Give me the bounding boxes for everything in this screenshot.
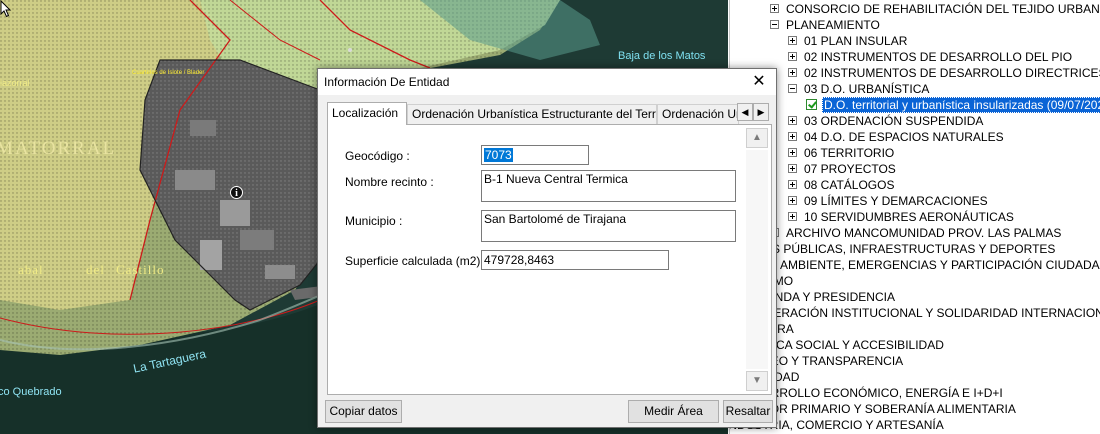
geocodigo-field[interactable]: 7073 [481,145,589,165]
dialog-titlebar[interactable]: Información De Entidad ✕ [318,69,776,95]
tab-localizacion[interactable]: Localización [327,102,407,125]
tree-item-label: 04 D.O. DE ESPACIOS NATURALES [804,130,1004,144]
collapse-icon[interactable] [788,84,797,93]
tree-item[interactable]: 04 D.O. DE ESPACIOS NATURALES [730,129,1100,145]
scroll-down-icon[interactable]: ▼ [746,371,768,391]
tab-strip: Localización Ordenación Urbanística Estr… [327,102,770,125]
dialog-title: Información De Entidad [324,75,450,89]
expand-icon[interactable] [788,52,797,61]
tree-item-label: 06 TERRITORIO [804,146,895,160]
tree-item[interactable]: CONSORCIO DE REHABILITACIÓN DEL TEJIDO U… [730,1,1100,17]
tree-item[interactable]: 02 INSTRUMENTOS DE DESARROLLO DEL PIO [730,49,1100,65]
tree-item[interactable]: 07 PROYECTOS [730,161,1100,177]
tree-item[interactable]: 3 MEDIO AMBIENTE, EMERGENCIAS Y PARTICIP… [730,257,1100,273]
tab-panel-localizacion: Geocódigo : 7073 Nombre recinto : B-1 Nu… [327,124,772,395]
tree-item[interactable]: 4 TURISMO [730,273,1100,289]
tree-item-label: PLANEAMIENTO [786,18,880,32]
expand-icon[interactable] [770,4,779,13]
tree-item[interactable]: 6 COOPERACIÓN INSTITUCIONAL Y SOLIDARIDA… [730,305,1100,321]
nombre-recinto-label: Nombre recinto : [345,175,434,189]
expand-icon[interactable] [788,148,797,157]
tree-item[interactable]: PLANEAMIENTO [730,17,1100,33]
tree-item[interactable]: 2 SECTOR PRIMARIO Y SOBERANÍA ALIMENTARI… [730,401,1100,417]
tree-item[interactable]: ARCHIVO MANCOMUNIDAD PROV. LAS PALMAS [730,225,1100,241]
tree-item-label: 09 LÍMITES Y DEMARCACIONES [804,194,988,208]
tree-item[interactable]: 10 SERVIDUMBRES AERONÁUTICAS [730,209,1100,225]
superficie-label: Superficie calculada (m2) : [345,254,488,268]
scroll-track[interactable] [746,150,768,369]
tree-item[interactable]: 06 TERRITORIO [730,145,1100,161]
expand-icon[interactable] [788,212,797,221]
tree-item[interactable]: 03 ORDENACIÓN SUSPENDIDA [730,113,1100,129]
tree-item-label: D.O. territorial y urbanística insulariz… [822,97,1100,113]
tree-item[interactable]: D.O. territorial y urbanística insulariz… [730,97,1100,113]
tree-item[interactable]: 08 CATÁLOGOS [730,177,1100,193]
tree-item[interactable]: 0 IGUALDAD [730,369,1100,385]
layer-tree[interactable]: CONSORCIO DE REHABILITACIÓN DEL TEJIDO U… [729,0,1100,434]
tree-item[interactable]: 7 CULTURA [730,321,1100,337]
mouse-cursor-icon [0,0,12,18]
expand-icon[interactable] [788,196,797,205]
resaltar-button[interactable]: Resaltar [723,400,773,423]
tab-ordenacion-pormenorizada[interactable]: Ordenación Urbanística Pormenorizada [657,104,739,125]
nombre-recinto-field[interactable]: B-1 Nueva Central Termica [481,170,736,202]
tree-item-label: 03 ORDENACIÓN SUSPENDIDA [804,114,984,128]
expand-icon[interactable] [788,116,797,125]
tree-item-label: 2 OBRAS PÚBLICAS, INFRAESTRUCTURAS Y DEP… [729,242,1056,256]
medir-area-button[interactable]: Medir Área [628,400,719,423]
expand-icon[interactable] [788,36,797,45]
expand-icon[interactable] [788,132,797,141]
tree-item-label: CONSORCIO DE REHABILITACIÓN DEL TEJIDO U… [786,2,1100,16]
tree-item-label: ARCHIVO MANCOMUNIDAD PROV. LAS PALMAS [786,226,1062,240]
tree-item[interactable]: 5 HACIENDA Y PRESIDENCIA [730,289,1100,305]
tree-item[interactable]: 3 INDUSTRIA, COMERCIO Y ARTESANÍA [730,417,1100,433]
copiar-datos-button[interactable]: Copiar datos [325,400,402,423]
expand-icon[interactable] [788,180,797,189]
tab-ordenacion-estructurante[interactable]: Ordenación Urbanística Estructurante del… [407,104,657,125]
tree-item-label: 03 D.O. URBANÍSTICA [804,82,930,96]
close-icon[interactable]: ✕ [744,70,774,94]
tree-item[interactable]: 09 LÍMITES Y DEMARCACIONES [730,193,1100,209]
municipio-label: Municipio : [345,214,403,228]
tree-item[interactable]: 8 POLÍTICA SOCIAL Y ACCESIBILIDAD [730,337,1100,353]
municipio-field[interactable]: San Bartolomé de Tirajana [481,210,736,242]
info-marker-icon[interactable]: i [230,186,243,199]
tree-item[interactable]: 9 EMPLEO Y TRANSPARENCIA [730,353,1100,369]
expand-icon[interactable] [788,68,797,77]
tab-scroll-right-icon[interactable]: ▶ [753,103,769,121]
tree-item-label: 10 SERVIDUMBRES AERONÁUTICAS [804,210,1014,224]
tree-item-label: 08 CATÁLOGOS [804,178,895,192]
tree-item[interactable]: 1 DESARROLLO ECONÓMICO, ENERGÍA E I+D+I [730,385,1100,401]
tab-scroll-left-icon[interactable]: ◀ [737,103,753,121]
tree-item-label: 01 PLAN INSULAR [804,34,908,48]
superficie-field[interactable]: 479728,8463 [481,250,669,270]
panel-scrollbar[interactable]: ▲ ▼ [744,126,770,393]
tree-item[interactable]: 03 D.O. URBANÍSTICA [730,81,1100,97]
layer-checkbox-icon[interactable] [806,99,817,110]
tree-item-label: 6 COOPERACIÓN INSTITUCIONAL Y SOLIDARIDA… [729,306,1100,320]
tree-item[interactable]: 02 INSTRUMENTOS DE DESARROLLO DIRECTRICE… [730,65,1100,81]
tree-item-label: 02 INSTRUMENTOS DE DESARROLLO DEL PIO [804,50,1073,64]
expand-icon[interactable] [788,164,797,173]
scroll-up-icon[interactable]: ▲ [746,128,768,148]
tree-item-label: 07 PROYECTOS [804,162,896,176]
collapse-icon[interactable] [770,20,779,29]
tree-item-label: 02 INSTRUMENTOS DE DESARROLLO DIRECTRICE… [804,66,1100,80]
entity-info-dialog: Información De Entidad ✕ Localización Or… [317,68,777,428]
geocodigo-label: Geocódigo : [345,149,410,163]
geocodigo-value: 7073 [484,148,513,162]
tree-item[interactable]: 2 OBRAS PÚBLICAS, INFRAESTRUCTURAS Y DEP… [730,241,1100,257]
tree-item-label: 3 MEDIO AMBIENTE, EMERGENCIAS Y PARTICIP… [729,258,1100,272]
tree-item[interactable]: 01 PLAN INSULAR [730,33,1100,49]
